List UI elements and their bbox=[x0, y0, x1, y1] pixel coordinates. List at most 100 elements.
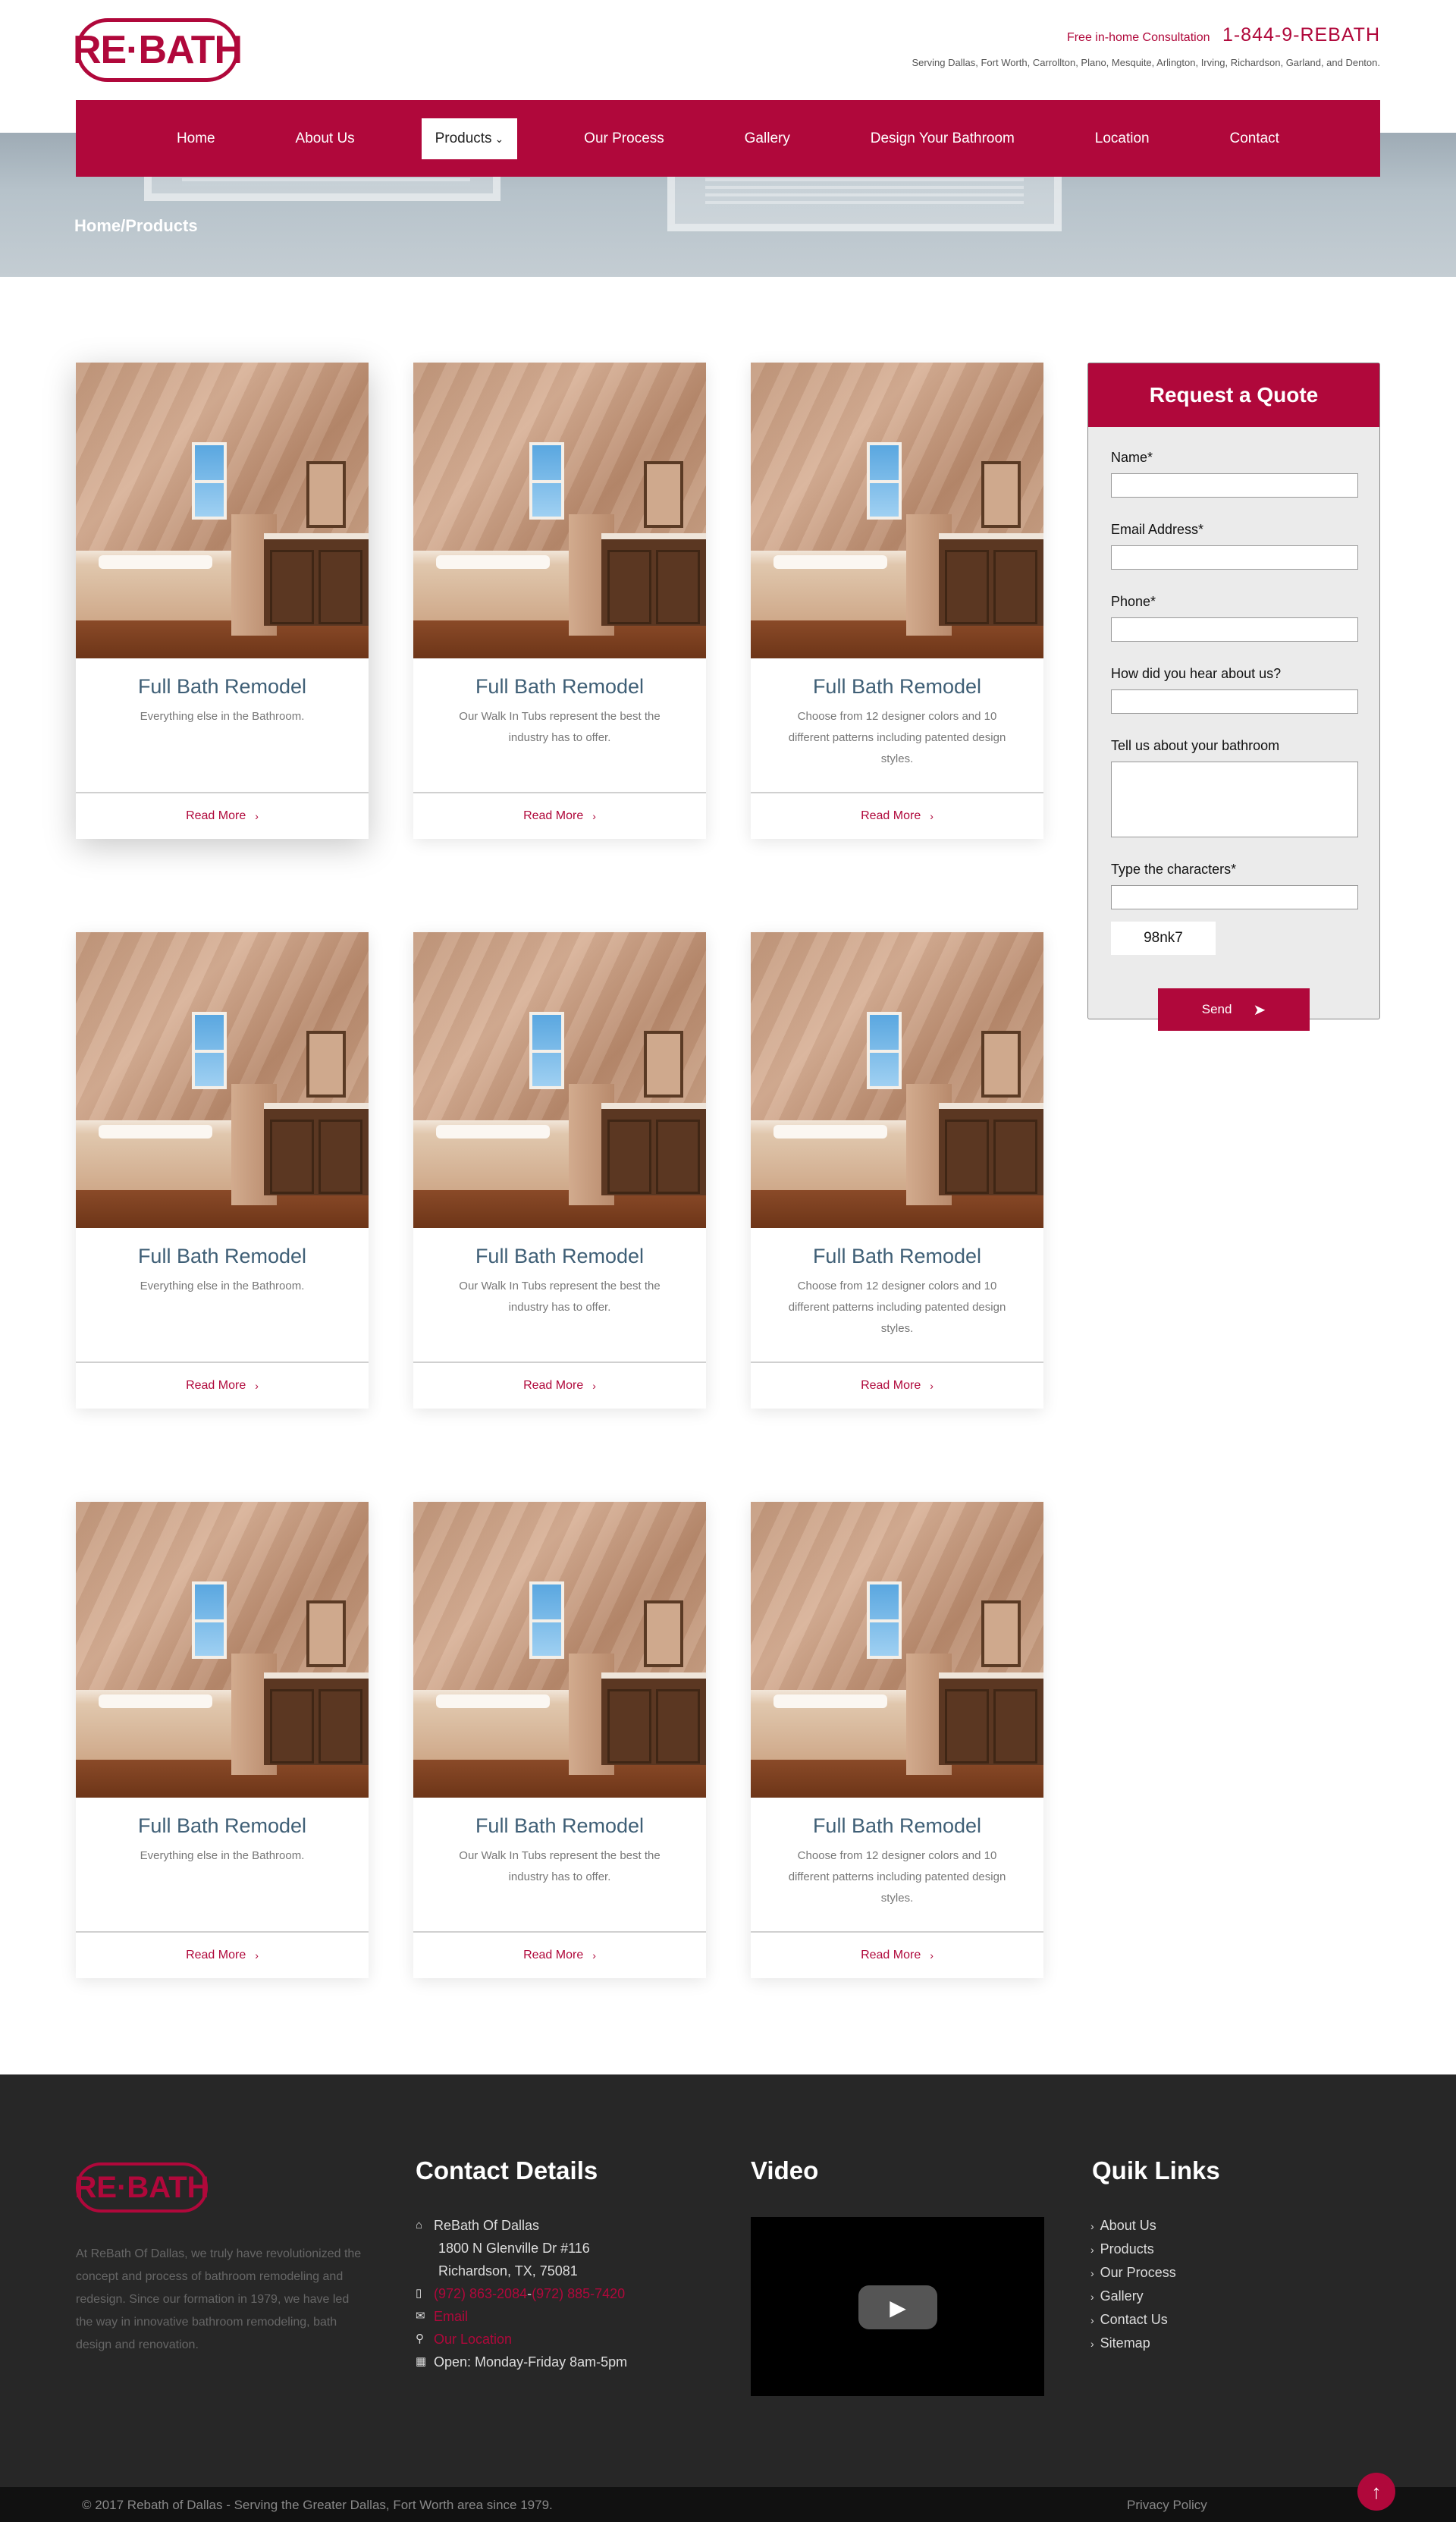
product-description: Choose from 12 designer colors and 10 di… bbox=[788, 710, 1006, 765]
phone-link-1[interactable]: (972) 863-2084 bbox=[434, 2282, 527, 2305]
product-card[interactable]: Full Bath Remodel Choose from 12 designe… bbox=[751, 1502, 1043, 1978]
product-card[interactable]: Full Bath Remodel Choose from 12 designe… bbox=[751, 932, 1043, 1409]
product-title[interactable]: Full Bath Remodel bbox=[751, 1245, 1043, 1268]
video-player[interactable]: ▶ bbox=[751, 2217, 1044, 2396]
product-title[interactable]: Full Bath Remodel bbox=[751, 675, 1043, 699]
read-more-link[interactable]: Read More › bbox=[413, 1931, 706, 1978]
image-floor bbox=[76, 620, 369, 658]
read-more-label: Read More bbox=[186, 1379, 246, 1392]
name-field[interactable] bbox=[1111, 473, 1358, 498]
product-title[interactable]: Full Bath Remodel bbox=[751, 1814, 1043, 1838]
consultation-line: Free in-home Consultation 1-844-9-REBATH bbox=[912, 24, 1380, 46]
product-card[interactable]: Full Bath Remodel Our Walk In Tubs repre… bbox=[413, 932, 706, 1409]
quick-links: › About Us › Products › Our Process › Galler… bbox=[1090, 2214, 1176, 2355]
location-link[interactable]: Our Location bbox=[434, 2328, 512, 2351]
rebath-logo[interactable]: RE·BATH bbox=[73, 18, 243, 82]
quick-link-gallery[interactable]: › Gallery bbox=[1090, 2285, 1176, 2308]
nav-products[interactable]: Products ⌄ bbox=[421, 118, 518, 159]
quick-link-products[interactable]: › Products bbox=[1090, 2238, 1176, 2261]
product-title[interactable]: Full Bath Remodel bbox=[413, 1245, 706, 1268]
captcha-field[interactable] bbox=[1111, 885, 1358, 909]
image-tub bbox=[413, 551, 569, 620]
product-card[interactable]: Full Bath Remodel Everything else in the… bbox=[76, 932, 369, 1409]
nav-our-process[interactable]: Our Process bbox=[570, 118, 678, 159]
read-more-link[interactable]: Read More › bbox=[76, 1362, 369, 1409]
read-more-label: Read More bbox=[523, 1379, 584, 1392]
read-more-link[interactable]: Read More › bbox=[76, 792, 369, 839]
product-title[interactable]: Full Bath Remodel bbox=[413, 1814, 706, 1838]
image-window bbox=[529, 442, 564, 520]
nav-home[interactable]: Home bbox=[163, 118, 229, 159]
referral-field[interactable] bbox=[1111, 689, 1358, 714]
product-title[interactable]: Full Bath Remodel bbox=[76, 1814, 369, 1838]
quick-link-our-process[interactable]: › Our Process bbox=[1090, 2261, 1176, 2285]
chevron-right-icon: › bbox=[255, 1949, 259, 1961]
chevron-right-icon: › bbox=[592, 810, 596, 822]
product-title[interactable]: Full Bath Remodel bbox=[413, 675, 706, 699]
email-link[interactable]: Email bbox=[434, 2305, 468, 2328]
nav-about-us[interactable]: About Us bbox=[282, 118, 369, 159]
product-title[interactable]: Full Bath Remodel bbox=[76, 675, 369, 699]
image-tub bbox=[76, 1690, 231, 1760]
image-window bbox=[529, 1012, 564, 1089]
company-name: ReBath Of Dallas bbox=[434, 2218, 540, 2233]
business-hours: Open: Monday-Friday 8am-5pm bbox=[434, 2354, 628, 2370]
product-title[interactable]: Full Bath Remodel bbox=[76, 1245, 369, 1268]
mobile-icon: ▯ bbox=[416, 2287, 422, 2300]
chevron-right-icon: › bbox=[592, 1949, 596, 1961]
calendar-icon: ▦ bbox=[416, 2355, 427, 2368]
read-more-link[interactable]: Read More › bbox=[751, 792, 1043, 839]
nav-gallery[interactable]: Gallery bbox=[731, 118, 804, 159]
quick-link-sitemap[interactable]: › Sitemap bbox=[1090, 2332, 1176, 2355]
product-image[interactable] bbox=[751, 1502, 1043, 1798]
read-more-link[interactable]: Read More › bbox=[413, 792, 706, 839]
consultation-label[interactable]: Free in-home Consultation bbox=[1067, 31, 1210, 44]
read-more-link[interactable]: Read More › bbox=[751, 1931, 1043, 1978]
product-image[interactable] bbox=[413, 932, 706, 1228]
bathroom-textarea[interactable] bbox=[1111, 762, 1358, 837]
product-image[interactable] bbox=[76, 932, 369, 1228]
product-image[interactable] bbox=[76, 1502, 369, 1798]
breadcrumb[interactable]: Home/Products bbox=[74, 216, 198, 236]
nav-contact[interactable]: Contact bbox=[1216, 118, 1292, 159]
image-window bbox=[529, 1581, 564, 1659]
product-card[interactable]: Full Bath Remodel Our Walk In Tubs repre… bbox=[413, 363, 706, 839]
read-more-link[interactable]: Read More › bbox=[76, 1931, 369, 1978]
back-to-top-icon[interactable]: ↑ bbox=[1357, 2473, 1395, 2511]
nav-location[interactable]: Location bbox=[1081, 118, 1163, 159]
phone-field[interactable] bbox=[1111, 617, 1358, 642]
product-card[interactable]: Full Bath Remodel Everything else in the… bbox=[76, 1502, 369, 1978]
chevron-right-icon: › bbox=[1090, 2338, 1094, 2350]
nav-products-label: Products bbox=[435, 130, 492, 146]
play-icon[interactable]: ▶ bbox=[858, 2285, 937, 2329]
footer-logo[interactable]: RE·BATH bbox=[75, 2162, 209, 2213]
product-image[interactable] bbox=[751, 932, 1043, 1228]
privacy-policy-link[interactable]: Privacy Policy bbox=[1127, 2498, 1207, 2513]
image-window bbox=[192, 1581, 227, 1659]
image-vanity bbox=[264, 1103, 369, 1195]
quick-link-contact-us[interactable]: › Contact Us bbox=[1090, 2308, 1176, 2332]
product-image[interactable] bbox=[413, 1502, 706, 1798]
product-image[interactable] bbox=[751, 363, 1043, 658]
send-icon: ➤ bbox=[1253, 1001, 1266, 1019]
product-card[interactable]: Full Bath Remodel Our Walk In Tubs repre… bbox=[413, 1502, 706, 1978]
chevron-right-icon: › bbox=[1090, 2291, 1094, 2303]
header-phone[interactable]: 1-844-9-REBATH bbox=[1222, 24, 1380, 46]
product-image[interactable] bbox=[76, 363, 369, 658]
send-button[interactable]: Send ➤ bbox=[1158, 988, 1310, 1031]
read-more-link[interactable]: Read More › bbox=[751, 1362, 1043, 1409]
product-card[interactable]: Full Bath Remodel Choose from 12 designe… bbox=[751, 363, 1043, 839]
image-floor bbox=[751, 1190, 1043, 1228]
image-mirror bbox=[644, 461, 683, 528]
email-field[interactable] bbox=[1111, 545, 1358, 570]
read-more-link[interactable]: Read More › bbox=[413, 1362, 706, 1409]
product-image[interactable] bbox=[413, 363, 706, 658]
nav-design-your-bathroom[interactable]: Design Your Bathroom bbox=[857, 118, 1028, 159]
quick-link-about-us[interactable]: › About Us bbox=[1090, 2214, 1176, 2238]
product-card[interactable]: Full Bath Remodel Everything else in the… bbox=[76, 363, 369, 839]
quote-form: Request a Quote Name* Email Address* Pho… bbox=[1087, 363, 1380, 1031]
image-vanity bbox=[264, 533, 369, 626]
chevron-right-icon: › bbox=[1090, 2267, 1094, 2279]
image-tub bbox=[413, 1690, 569, 1760]
phone-link-2[interactable]: (972) 885-7420 bbox=[532, 2282, 625, 2305]
